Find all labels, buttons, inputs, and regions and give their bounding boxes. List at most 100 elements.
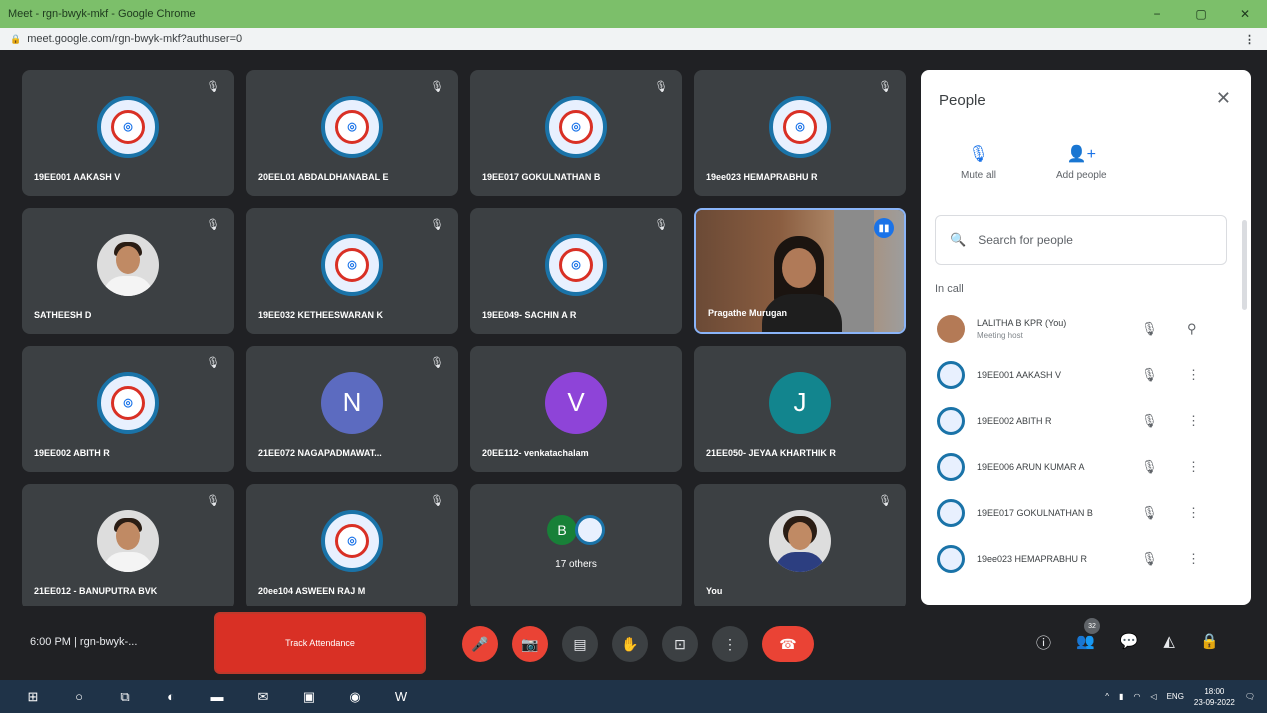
address-bar[interactable]: 🔒 meet.google.com/rgn-bwyk-mkf?authuser=… (0, 28, 1267, 50)
profile-photo-avatar (97, 509, 159, 572)
host-controls-icon[interactable]: 🔒 (1200, 632, 1219, 653)
windows-start-icon[interactable]: ⊞ (20, 684, 46, 710)
people-list-item[interactable]: 19EE001 AAKASH V 🎙 ⋮ (921, 352, 1251, 398)
wifi-icon[interactable]: ◠ (1133, 692, 1140, 701)
more-vert-icon[interactable]: ⋮ (1187, 367, 1200, 383)
participant-tile[interactable]: ▮▮ Pragathe Murugan (694, 208, 906, 334)
mic-off-icon[interactable]: 🎙 (1141, 413, 1165, 429)
mic-off-icon: 🎙 (430, 495, 444, 507)
present-button[interactable]: ⊡ (662, 626, 698, 662)
people-list-item[interactable]: 19EE002 ABITH R 🎙 ⋮ (921, 398, 1251, 444)
logo-emblem-icon: ◎ (111, 385, 145, 420)
notifications-icon[interactable]: 🗨 (1245, 692, 1255, 701)
battery-icon[interactable]: ▮ (1119, 692, 1123, 701)
participant-tile[interactable]: ◎ 🎙 19ee023 HEMAPRABHU R (694, 70, 906, 196)
close-panel-icon[interactable]: ✕ (1216, 88, 1231, 109)
mail-icon[interactable]: ✉ (250, 684, 276, 710)
participant-tile[interactable]: J 21EE050- JEYAA KHARTHIK R (694, 346, 906, 472)
participant-tile[interactable]: ◎ 🎙 19EE001 AAKASH V (22, 70, 234, 196)
mic-off-button[interactable]: 🎤 (462, 626, 498, 662)
more-vert-icon[interactable]: ⋮ (1187, 505, 1200, 521)
mic-off-icon: 🎙 (878, 81, 892, 93)
college-logo-avatar: ◎ (321, 509, 383, 572)
chat-icon[interactable]: 💬 (1120, 632, 1139, 653)
mic-off-icon[interactable]: 🎙 (1141, 551, 1165, 567)
mic-off-icon[interactable]: 🎙 (1141, 321, 1165, 337)
participant-tile[interactable]: ◎ 🎙 20EEL01 ABDALDHANABAL E (246, 70, 458, 196)
participant-tile[interactable]: ◎ 🎙 19EE002 ABITH R (22, 346, 234, 472)
track-attendance-button[interactable]: Track Attendance (214, 612, 426, 674)
phone-hangup-icon: ☎ (779, 635, 797, 652)
mic-off-icon: 🎤 (471, 635, 489, 652)
file-explorer-icon[interactable]: ▬ (204, 684, 230, 710)
raise-hand-button[interactable]: ✋ (612, 626, 648, 662)
word-icon[interactable]: W (388, 684, 414, 710)
people-icon[interactable]: 👥 32 (1076, 618, 1101, 653)
leave-call-button[interactable]: ☎ (762, 626, 814, 662)
more-options-button[interactable]: ⋮ (712, 626, 748, 662)
volume-icon[interactable]: ◁ (1150, 692, 1156, 701)
people-list-item[interactable]: 19EE017 GOKULNATHAN B 🎙 ⋮ (921, 490, 1251, 536)
task-view-icon[interactable]: ⧉ (112, 684, 138, 710)
chrome-icon[interactable]: ◉ (342, 684, 368, 710)
participant-tile[interactable]: ◎ 🎙 19EE049- SACHIN A R (470, 208, 682, 334)
add-people-button[interactable]: 👤+ Add people (1056, 144, 1107, 181)
minimize-button[interactable]: − (1135, 7, 1179, 21)
logo-emblem-icon: ◎ (111, 109, 145, 144)
search-people-input[interactable]: 🔍 Search for people (935, 215, 1227, 265)
people-list-item[interactable]: LALITHA B KPR (You) Meeting host 🎙 ⚲ (921, 306, 1251, 352)
people-panel: People ✕ 🎙 Mute all 👤+ Add people 🔍 Sear… (921, 70, 1251, 605)
avatar (937, 499, 965, 527)
person-name: 19EE006 ARUN KUMAR A (977, 462, 1085, 472)
edge-icon[interactable]: ◐ (158, 684, 184, 710)
avatar (937, 453, 965, 481)
language-indicator[interactable]: ENG (1167, 692, 1184, 701)
captions-button[interactable]: ▤ (562, 626, 598, 662)
participant-name: 20ee104 ASWEEN RAJ M (258, 586, 366, 596)
person-name: 19EE002 ABITH R (977, 416, 1052, 426)
letter-avatar: V (545, 371, 607, 434)
participant-tile[interactable]: ◎ 🎙 19EE032 KETHEESWARAN K (246, 208, 458, 334)
mic-off-icon[interactable]: 🎙 (1141, 367, 1165, 383)
maximize-button[interactable]: ▢ (1179, 7, 1223, 21)
mic-off-icon[interactable]: 🎙 (1141, 459, 1165, 475)
tray-clock[interactable]: 18:00 23-09-2022 (1194, 686, 1235, 708)
add-people-label: Add people (1056, 170, 1107, 181)
url-text[interactable]: meet.google.com/rgn-bwyk-mkf?authuser=0 (27, 33, 1244, 45)
browser-menu-icon[interactable]: ⋮ (1244, 33, 1255, 46)
participant-name: 21EE012 - BANUPUTRA BVK (34, 586, 158, 596)
college-logo-avatar: ◎ (321, 95, 383, 158)
store-icon[interactable]: ▣ (296, 684, 322, 710)
close-window-button[interactable]: ✕ (1223, 7, 1267, 21)
meeting-clock: 6:00 PM | rgn-bwyk-... (30, 636, 138, 648)
mic-off-icon: 🎙 (968, 146, 989, 163)
participant-tile[interactable]: N 🎙 21EE072 NAGAPADMAWAT... (246, 346, 458, 472)
mic-off-icon[interactable]: 🎙 (1141, 505, 1165, 521)
pin-icon[interactable]: ⚲ (1187, 321, 1197, 337)
search-icon[interactable]: ○ (66, 684, 92, 710)
college-logo-avatar: ◎ (321, 233, 383, 296)
participant-tile[interactable]: B 17 others (470, 484, 682, 610)
more-vert-icon[interactable]: ⋮ (1187, 413, 1200, 429)
others-group: B 17 others (470, 484, 682, 610)
participant-tile[interactable]: ◎ 🎙 20ee104 ASWEEN RAJ M (246, 484, 458, 610)
mic-off-icon: 🎙 (654, 219, 668, 231)
panel-scrollbar[interactable] (1242, 220, 1247, 310)
chevron-up-icon[interactable]: ^ (1105, 692, 1109, 701)
participant-tile[interactable]: 🎙 SATHEESH D (22, 208, 234, 334)
people-list-item[interactable]: 19ee023 HEMAPRABHU R 🎙 ⋮ (921, 536, 1251, 582)
more-vert-icon[interactable]: ⋮ (1187, 459, 1200, 475)
people-list: LALITHA B KPR (You) Meeting host 🎙 ⚲ 19EE001… (921, 306, 1251, 582)
mute-all-button[interactable]: 🎙 Mute all (961, 144, 996, 181)
participant-tile[interactable]: ◎ 🎙 19EE017 GOKULNATHAN B (470, 70, 682, 196)
more-vert-icon[interactable]: ⋮ (1187, 551, 1200, 567)
camera-off-button[interactable]: 📷 (512, 626, 548, 662)
activities-icon[interactable]: ◭ (1163, 632, 1175, 653)
people-list-item[interactable]: 19EE006 ARUN KUMAR A 🎙 ⋮ (921, 444, 1251, 490)
participant-tile[interactable]: V 20EE112- venkatachalam (470, 346, 682, 472)
info-icon[interactable]: ⓘ (1036, 632, 1051, 653)
meet-stage: ◎ 🎙 19EE001 AAKASH V ◎ 🎙 20EEL01 ABDALDHANABA… (0, 50, 1267, 680)
participant-tile[interactable]: 🎙 21EE012 - BANUPUTRA BVK (22, 484, 234, 610)
participant-tile[interactable]: 🎙 You (694, 484, 906, 610)
logo-emblem-icon: ◎ (335, 247, 369, 282)
